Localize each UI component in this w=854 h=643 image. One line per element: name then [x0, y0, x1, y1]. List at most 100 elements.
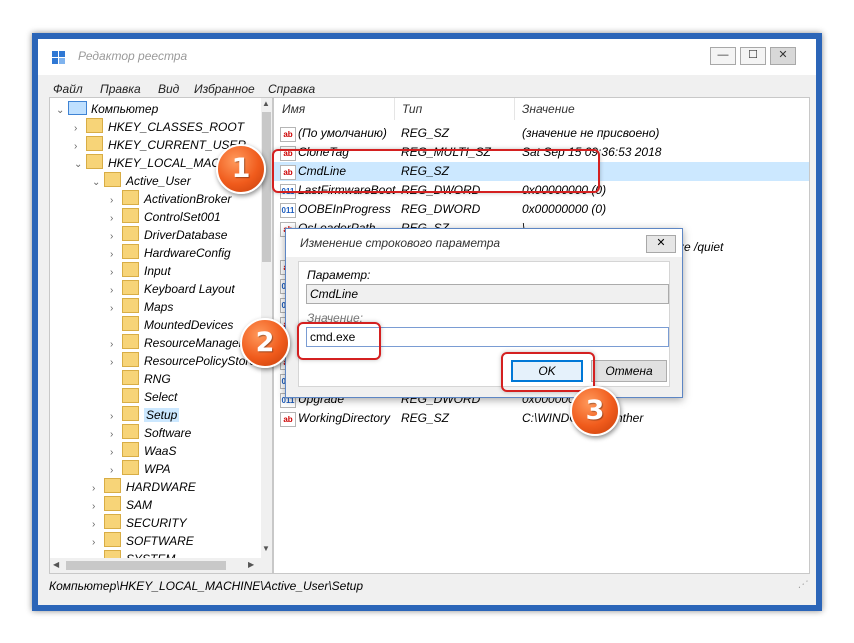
menu-help[interactable]: Справка	[268, 82, 315, 96]
dialog-title-bar[interactable]: Изменение строкового параметра ✕	[286, 229, 682, 257]
tree-item[interactable]: › WaaS	[110, 442, 176, 460]
folder-icon	[122, 406, 139, 421]
close-icon: ✕	[656, 237, 666, 249]
scroll-right-icon[interactable]: ▶	[248, 560, 254, 569]
step-badge-2: 2	[240, 318, 290, 368]
tree-item[interactable]: › HKEY_CURRENT_USER	[74, 136, 246, 154]
scroll-up-icon[interactable]: ▲	[262, 99, 270, 108]
highlight-cmdline-row	[272, 149, 600, 193]
tree-item[interactable]: ⌄ Active_User	[92, 172, 191, 190]
tree-item[interactable]: › HKEY_CLASSES_ROOT	[74, 118, 244, 136]
tree-item[interactable]: Select	[110, 388, 177, 406]
folder-icon	[122, 352, 139, 367]
folder-icon	[86, 118, 103, 133]
column-header-data[interactable]: Значение	[522, 98, 575, 120]
folder-icon	[122, 334, 139, 349]
folder-icon	[104, 478, 121, 493]
tree-item[interactable]: › WPA	[110, 460, 170, 478]
folder-icon	[122, 442, 139, 457]
scroll-left-icon[interactable]: ◀	[53, 560, 59, 569]
folder-icon	[122, 190, 139, 205]
menu-file[interactable]: Файл	[53, 82, 83, 96]
folder-icon	[122, 244, 139, 259]
status-bar: Компьютер\HKEY_LOCAL_MACHINE\Active_User…	[49, 575, 809, 597]
tree-horizontal-scroll-thumb[interactable]	[66, 561, 226, 570]
collapse-arrow-icon[interactable]: ⌄	[56, 102, 68, 120]
folder-icon	[122, 316, 139, 331]
window-title: Редактор реестра	[78, 49, 188, 63]
binary-value-icon: 011	[280, 203, 296, 218]
string-value-icon: ab	[280, 127, 296, 142]
close-button[interactable]: ✕	[770, 47, 796, 65]
tree-item[interactable]: › Software	[110, 424, 191, 442]
tree-item[interactable]: › SECURITY	[92, 514, 187, 532]
folder-icon	[122, 226, 139, 241]
collapse-arrow-icon[interactable]: ⌄	[74, 156, 86, 174]
collapse-arrow-icon[interactable]: ⌄	[92, 174, 104, 192]
minimize-button[interactable]: —	[710, 47, 736, 65]
column-divider[interactable]	[514, 98, 515, 120]
tree-item[interactable]: › SOFTWARE	[92, 532, 194, 550]
resize-grip-icon[interactable]: ⋰	[798, 573, 807, 595]
tree-item[interactable]: MountedDevices	[110, 316, 233, 334]
scroll-corner	[261, 558, 272, 573]
tree-item-computer[interactable]: ⌄ Компьютер	[56, 100, 158, 118]
folder-icon	[122, 388, 139, 403]
scroll-down-icon[interactable]: ▼	[262, 544, 270, 553]
tree-item[interactable]: › Keyboard Layout	[110, 280, 235, 298]
string-value-icon: ab	[280, 412, 296, 427]
folder-icon	[104, 532, 121, 547]
param-name-field: CmdLine	[306, 284, 669, 304]
folder-icon	[104, 172, 121, 187]
column-header-type[interactable]: Тип	[402, 98, 422, 120]
title-bar[interactable]: Редактор реестра — ☐ ✕	[38, 39, 816, 75]
tree-item[interactable]: › ActivationBroker	[110, 190, 231, 208]
maximize-button[interactable]: ☐	[740, 47, 766, 65]
step-badge-1: 1	[216, 144, 266, 194]
folder-icon	[122, 424, 139, 439]
menu-view[interactable]: Вид	[158, 82, 179, 96]
tree-item[interactable]: › DriverDatabase	[110, 226, 227, 244]
tree-item[interactable]: › ResourceManager	[110, 334, 243, 352]
cancel-button[interactable]: Отмена	[591, 360, 667, 382]
tree-item[interactable]: › ControlSet001	[110, 208, 221, 226]
folder-icon	[122, 208, 139, 223]
tree-item[interactable]: › Input	[110, 262, 171, 280]
edit-string-dialog: Изменение строкового параметра ✕ Парамет…	[285, 228, 683, 398]
tree-vertical-scroll-thumb[interactable]	[262, 112, 271, 262]
tree-item[interactable]: RNG	[110, 370, 171, 388]
computer-icon	[68, 101, 87, 115]
tree-item[interactable]: › Maps	[110, 298, 173, 316]
value-row[interactable]: ab WorkingDirectory REG_SZ C:\WINDOWS\Pa…	[274, 409, 809, 428]
tree-item[interactable]: › HardwareConfig	[110, 244, 231, 262]
highlight-ok-button	[501, 352, 595, 392]
folder-icon	[122, 298, 139, 313]
tree-item[interactable]: › SAM	[92, 496, 152, 514]
menu-favorites[interactable]: Избранное	[194, 82, 255, 96]
folder-icon	[104, 514, 121, 529]
folder-icon	[122, 460, 139, 475]
value-row[interactable]: 011 OOBEInProgress REG_DWORD 0x00000000 …	[274, 200, 809, 219]
folder-icon	[104, 496, 121, 511]
folder-icon	[86, 136, 103, 151]
menu-bar: Файл Правка Вид Избранное Справка	[38, 79, 816, 99]
value-row[interactable]: ab (По умолчанию) REG_SZ (значение не пр…	[274, 124, 809, 143]
minimize-icon: —	[717, 49, 729, 61]
tree-item-selected[interactable]: › Setup	[110, 406, 180, 424]
tree-horizontal-scrollbar[interactable]: ◀ ▶	[50, 558, 272, 573]
menu-edit[interactable]: Правка	[100, 82, 141, 96]
dialog-close-button[interactable]: ✕	[646, 235, 676, 253]
folder-icon	[86, 154, 103, 169]
close-icon: ✕	[778, 49, 788, 61]
folder-icon	[122, 370, 139, 385]
tree-item[interactable]: › ResourcePolicyStore	[110, 352, 256, 370]
dialog-title: Изменение строкового параметра	[300, 236, 501, 250]
folder-icon	[122, 280, 139, 295]
registry-app-icon	[52, 51, 66, 65]
highlight-value-field	[297, 322, 381, 360]
tree-item[interactable]: › HARDWARE	[92, 478, 196, 496]
folder-icon	[122, 262, 139, 277]
maximize-icon: ☐	[748, 49, 758, 61]
column-header-name[interactable]: Имя	[282, 98, 305, 120]
column-divider[interactable]	[394, 98, 395, 120]
